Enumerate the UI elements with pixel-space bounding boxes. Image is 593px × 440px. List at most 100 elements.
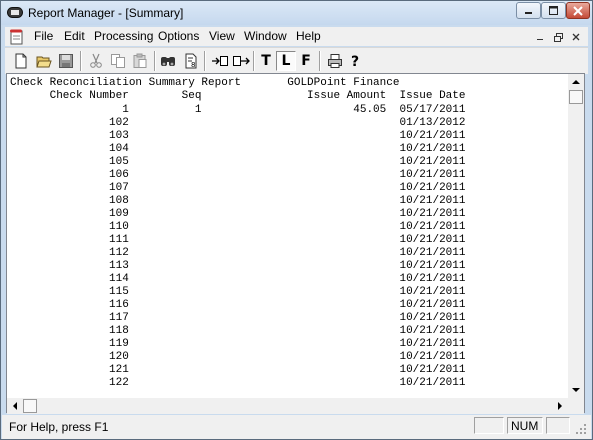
new-document-icon bbox=[15, 53, 27, 69]
report-column-headers: Check Number Seq Issue Amount Issue Date… bbox=[49, 90, 466, 102]
scroll-down-button[interactable] bbox=[568, 382, 584, 398]
report-row: 105 10/21/2011 bbox=[10, 156, 466, 168]
folder-open-icon bbox=[36, 56, 52, 68]
report-row: 106 10/21/2011 bbox=[10, 169, 466, 181]
report-row: 116 10/21/2011 bbox=[10, 299, 466, 311]
next-page-button[interactable] bbox=[231, 51, 251, 71]
menu-bar: File Edit Processing Options View Window… bbox=[5, 27, 588, 46]
toolbar-separator bbox=[253, 51, 255, 71]
report-title: Check Reconciliation Summary Report GOLD… bbox=[10, 77, 400, 89]
report-row: 107 10/21/2011 bbox=[10, 182, 466, 194]
help-button[interactable]: ? bbox=[346, 51, 366, 71]
arrow-into-box-icon bbox=[212, 56, 228, 66]
report-row: 114 10/21/2011 bbox=[10, 273, 466, 285]
window-title: Report Manager - [Summary] bbox=[28, 6, 184, 20]
report-row: 115 10/21/2011 bbox=[10, 286, 466, 298]
find-button[interactable] bbox=[158, 51, 178, 71]
close-icon bbox=[572, 33, 580, 41]
toolbar: 8 T L F ? bbox=[5, 47, 588, 74]
svg-text:8: 8 bbox=[191, 61, 195, 69]
report-row: 109 10/21/2011 bbox=[10, 208, 466, 220]
maximize-button[interactable] bbox=[541, 2, 566, 19]
report-view[interactable]: Check Reconciliation Summary Report GOLD… bbox=[6, 73, 585, 413]
svg-text:?: ? bbox=[351, 54, 359, 69]
close-button[interactable] bbox=[566, 2, 590, 19]
toolbar-separator bbox=[80, 51, 82, 71]
report-row: 117 10/21/2011 bbox=[10, 312, 466, 324]
find-next-button[interactable]: 8 bbox=[181, 51, 201, 71]
report-row: 120 10/21/2011 bbox=[10, 351, 466, 363]
clipboard-paste-icon bbox=[133, 53, 147, 68]
arrow-up-icon bbox=[572, 80, 580, 84]
child-restore-button[interactable] bbox=[550, 30, 566, 44]
menu-help[interactable]: Help bbox=[296, 29, 321, 43]
toolbar-separator bbox=[319, 51, 321, 71]
close-icon bbox=[573, 5, 583, 16]
child-close-button[interactable] bbox=[568, 30, 584, 44]
new-button[interactable] bbox=[11, 51, 31, 71]
toolbar-separator bbox=[204, 51, 206, 71]
arrow-down-icon bbox=[572, 388, 580, 392]
report-row: 122 10/21/2011 bbox=[10, 377, 466, 389]
resize-grip-icon[interactable] bbox=[575, 423, 587, 435]
report-row: 103 10/21/2011 bbox=[10, 130, 466, 142]
paste-button[interactable] bbox=[130, 51, 150, 71]
title-bar[interactable]: Report Manager - [Summary] bbox=[1, 1, 592, 25]
vertical-scrollbar[interactable] bbox=[568, 74, 584, 399]
report-row: 110 10/21/2011 bbox=[10, 221, 466, 233]
status-panel-empty bbox=[474, 417, 504, 434]
copy-button[interactable] bbox=[108, 51, 128, 71]
report-row: 102 01/13/2012 bbox=[10, 117, 466, 129]
num-lock-indicator: NUM bbox=[507, 417, 543, 434]
scroll-right-button[interactable] bbox=[552, 398, 568, 414]
restore-icon bbox=[553, 32, 563, 42]
save-button[interactable] bbox=[56, 51, 76, 71]
minimize-icon bbox=[525, 12, 532, 14]
status-panel-empty bbox=[546, 417, 570, 434]
menu-options[interactable]: Options bbox=[158, 29, 199, 43]
horizontal-scrollbar[interactable] bbox=[7, 398, 568, 414]
scroll-left-button[interactable] bbox=[7, 398, 23, 414]
menu-view[interactable]: View bbox=[209, 29, 235, 43]
status-help-text: For Help, press F1 bbox=[9, 420, 109, 434]
scrollbar-corner bbox=[568, 398, 584, 414]
save-disk-icon bbox=[59, 54, 73, 68]
help-pointer-icon: ? bbox=[351, 54, 359, 69]
scissors-icon bbox=[90, 53, 102, 68]
report-row: 119 10/21/2011 bbox=[10, 338, 466, 350]
binoculars-icon bbox=[161, 57, 175, 66]
scroll-up-button[interactable] bbox=[568, 74, 584, 90]
page-search-icon: 8 bbox=[185, 53, 197, 69]
open-button[interactable] bbox=[34, 51, 54, 71]
report-row: 121 10/21/2011 bbox=[10, 364, 466, 376]
report-row: 108 10/21/2011 bbox=[10, 195, 466, 207]
report-row: 1 1 45.05 05/17/2011 bbox=[10, 104, 466, 116]
child-minimize-button[interactable] bbox=[532, 30, 548, 44]
previous-page-button[interactable] bbox=[210, 51, 230, 71]
report-manager-app-icon bbox=[7, 7, 23, 18]
print-button[interactable] bbox=[325, 51, 345, 71]
document-icon bbox=[10, 29, 23, 45]
minimize-button[interactable] bbox=[516, 2, 541, 19]
report-row: 104 10/21/2011 bbox=[10, 143, 466, 155]
menu-file[interactable]: File bbox=[34, 29, 53, 43]
report-row: 112 10/21/2011 bbox=[10, 247, 466, 259]
report-row: 113 10/21/2011 bbox=[10, 260, 466, 272]
menu-processing[interactable]: Processing bbox=[94, 29, 153, 43]
cut-button[interactable] bbox=[86, 51, 106, 71]
toolbar-separator bbox=[154, 51, 156, 71]
app-window: Report Manager - [Summary] File Edit Pro… bbox=[0, 0, 593, 440]
copy-icon bbox=[111, 54, 125, 68]
menu-window[interactable]: Window bbox=[244, 29, 287, 43]
menu-edit[interactable]: Edit bbox=[64, 29, 85, 43]
vertical-scroll-thumb[interactable] bbox=[569, 90, 583, 104]
report-row: 118 10/21/2011 bbox=[10, 325, 466, 337]
arrow-from-box-icon bbox=[233, 56, 250, 66]
status-bar: For Help, press F1 NUM bbox=[2, 415, 591, 439]
maximize-icon bbox=[549, 6, 558, 15]
toggle-l-button[interactable]: L bbox=[276, 51, 296, 71]
toggle-t-button[interactable]: T bbox=[256, 51, 276, 71]
report-row: 111 10/21/2011 bbox=[10, 234, 466, 246]
horizontal-scroll-thumb[interactable] bbox=[23, 399, 37, 413]
toggle-f-button[interactable]: F bbox=[296, 51, 316, 71]
